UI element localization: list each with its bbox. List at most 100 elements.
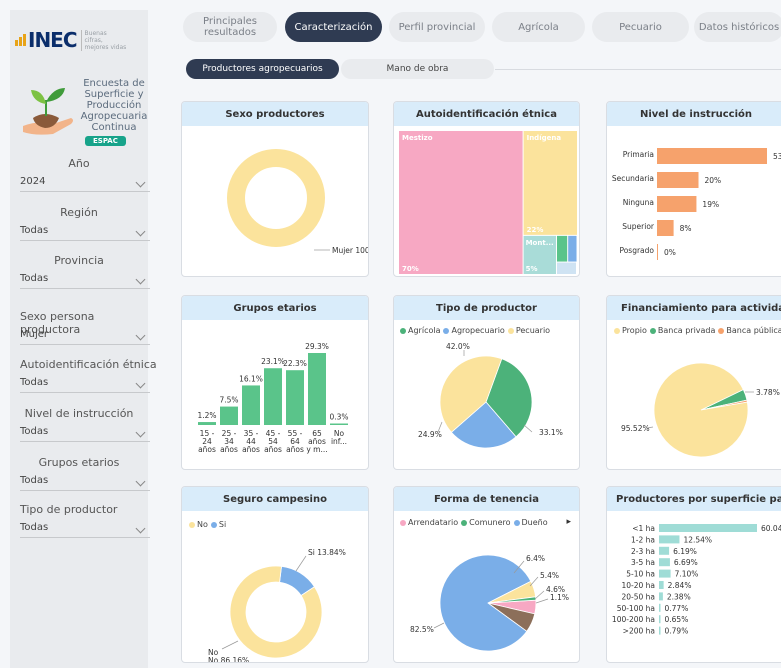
legend-dot-icon <box>461 519 468 526</box>
filter-dropdown[interactable]: Mujer <box>20 329 150 345</box>
inec-logo: INEC Buenas cifras, mejores vidas <box>15 28 127 52</box>
filter-value: Todas <box>20 273 49 284</box>
superficie-bar-4 <box>659 569 671 578</box>
treemap-cell-other <box>568 235 577 262</box>
pie-value: 5.4% <box>540 571 559 580</box>
superficie-bar-0 <box>659 524 757 532</box>
leader-line <box>295 555 307 572</box>
pie-value: 33.1% <box>539 428 563 437</box>
treemap-cell-mestizo <box>399 131 523 274</box>
legend-item[interactable]: Propio <box>614 326 647 335</box>
card-title: Nivel de instrucción <box>607 102 781 126</box>
espac-badge: ESPAC <box>85 136 126 146</box>
legend-next-arrow-icon[interactable]: ▸ <box>566 517 571 527</box>
filter-label: Tipo de productor <box>20 503 118 516</box>
superficie-bar-2 <box>659 546 670 555</box>
legend-dot-icon <box>189 521 195 528</box>
logo-bars-icon <box>15 34 26 46</box>
bar-category: Secundaria <box>612 174 654 183</box>
filter-label: Región <box>60 206 98 219</box>
tab-4[interactable]: Pecuario <box>592 12 689 42</box>
legend-item[interactable]: Comunero <box>461 518 511 527</box>
filter-dropdown[interactable]: Todas <box>20 426 150 442</box>
bar-category: años <box>286 445 304 454</box>
filter-dropdown[interactable]: Todas <box>20 225 150 241</box>
legend-dot-icon <box>649 327 656 334</box>
tab-3[interactable]: Agrícola <box>492 12 585 42</box>
instruccion-bar-3 <box>657 220 674 236</box>
seguro-legend: No Si <box>189 520 229 529</box>
legend-item[interactable]: Dueño <box>513 518 548 527</box>
pie-value: 24.9% <box>418 430 442 439</box>
bar-value: 6.69% <box>674 558 698 567</box>
legend-item[interactable]: Agropecuario <box>443 326 505 335</box>
card-title: Sexo productores <box>182 102 368 126</box>
legend-item[interactable]: Si <box>210 520 226 529</box>
filter-dropdown[interactable]: Todas <box>20 377 150 393</box>
bar-category: 50-100 ha <box>617 604 655 613</box>
tab-label-line: Perfil provincial <box>398 21 476 33</box>
legend-item[interactable]: Banca privada <box>649 326 715 335</box>
tab-0[interactable]: Principales resultados <box>183 12 277 42</box>
card-tipo-productor: Tipo de productor 33.1% 24.9% 42.0% Agríco… <box>393 295 580 470</box>
bar-value: 12.54% <box>683 535 712 544</box>
filter-dropdown[interactable]: Todas <box>20 273 150 289</box>
tab-label: Caracterización <box>295 22 373 33</box>
tab-1[interactable]: Caracterización <box>285 12 382 42</box>
etarios-bar-2 <box>242 385 260 425</box>
subtab-1[interactable]: Mano de obra <box>341 59 494 79</box>
bar-category: Superior <box>622 222 655 231</box>
tab-label: Perfil provincial <box>399 22 476 33</box>
etarios-bar-6 <box>330 423 348 425</box>
chevron-down-icon <box>135 226 146 237</box>
legend-label: No <box>197 520 208 529</box>
bar-value: 2.38% <box>667 592 691 601</box>
filter-value: Todas <box>20 225 49 236</box>
legend-dot-icon <box>400 327 406 334</box>
legend-dot-icon <box>614 327 620 334</box>
logo-tagline: Buenas cifras, mejores vidas <box>80 29 127 51</box>
treemap-label: Indígena <box>527 134 562 142</box>
logo-text: INEC <box>28 28 78 52</box>
legend-item[interactable]: Banca pública <box>718 326 781 335</box>
treemap-value: 22% <box>527 226 544 234</box>
subtab-divider <box>495 69 781 70</box>
filter-dropdown[interactable]: Todas <box>20 475 150 491</box>
legend-item[interactable]: Agrícola <box>400 326 440 335</box>
legend-dot-icon <box>443 327 450 334</box>
superficie-bar-5 <box>659 581 664 589</box>
legend-item[interactable]: Arrendatario <box>400 518 458 527</box>
superficie-bar-3 <box>659 558 670 567</box>
sexo-slice-0 <box>227 149 325 247</box>
legend-item[interactable]: Pecuario <box>507 326 550 335</box>
instruccion-bar-0 <box>657 148 767 164</box>
tipo-legend: Agrícola Agropecuario Pecuario <box>400 326 553 335</box>
bar-category: y m... <box>306 445 327 454</box>
legend-item[interactable]: No <box>189 520 208 529</box>
instruccion-bar-2 <box>657 196 697 212</box>
filter-dropdown[interactable]: 2024 <box>20 176 150 192</box>
etarios-bar-5 <box>308 353 326 425</box>
treemap-value: 5% <box>526 265 538 273</box>
bar-value: 53% <box>773 152 781 161</box>
chevron-down-icon <box>135 427 146 438</box>
etarios-bar-chart: 1.2%15 -24años7.5%25 -34años16.1%35 -44a… <box>197 342 348 454</box>
superficie-bar-9 <box>659 626 661 635</box>
bar-value: 0.65% <box>665 615 689 624</box>
bar-value: 22.3% <box>283 359 307 368</box>
treemap-label: Mestizo <box>402 134 433 142</box>
bar-category: Primaria <box>623 150 654 159</box>
pie-value: 1.1% <box>550 593 569 602</box>
chevron-down-icon <box>135 274 146 285</box>
chevron-down-icon <box>135 476 146 487</box>
tab-2[interactable]: Perfil provincial <box>389 12 485 42</box>
legend-label: Propio <box>622 326 647 335</box>
filter-dropdown[interactable]: Todas <box>20 522 150 538</box>
card-title: Productores por superficie parcela <box>607 487 781 511</box>
legend-dot-icon <box>513 519 520 526</box>
bar-value: 20% <box>705 176 722 185</box>
subtab-0[interactable]: Productores agropecuarios <box>186 59 339 79</box>
tipo-pie-chart: 33.1% 24.9% 42.0% <box>418 342 563 449</box>
legend-label: Arrendatario <box>408 518 459 527</box>
tab-5[interactable]: Datos históricos <box>694 12 781 42</box>
